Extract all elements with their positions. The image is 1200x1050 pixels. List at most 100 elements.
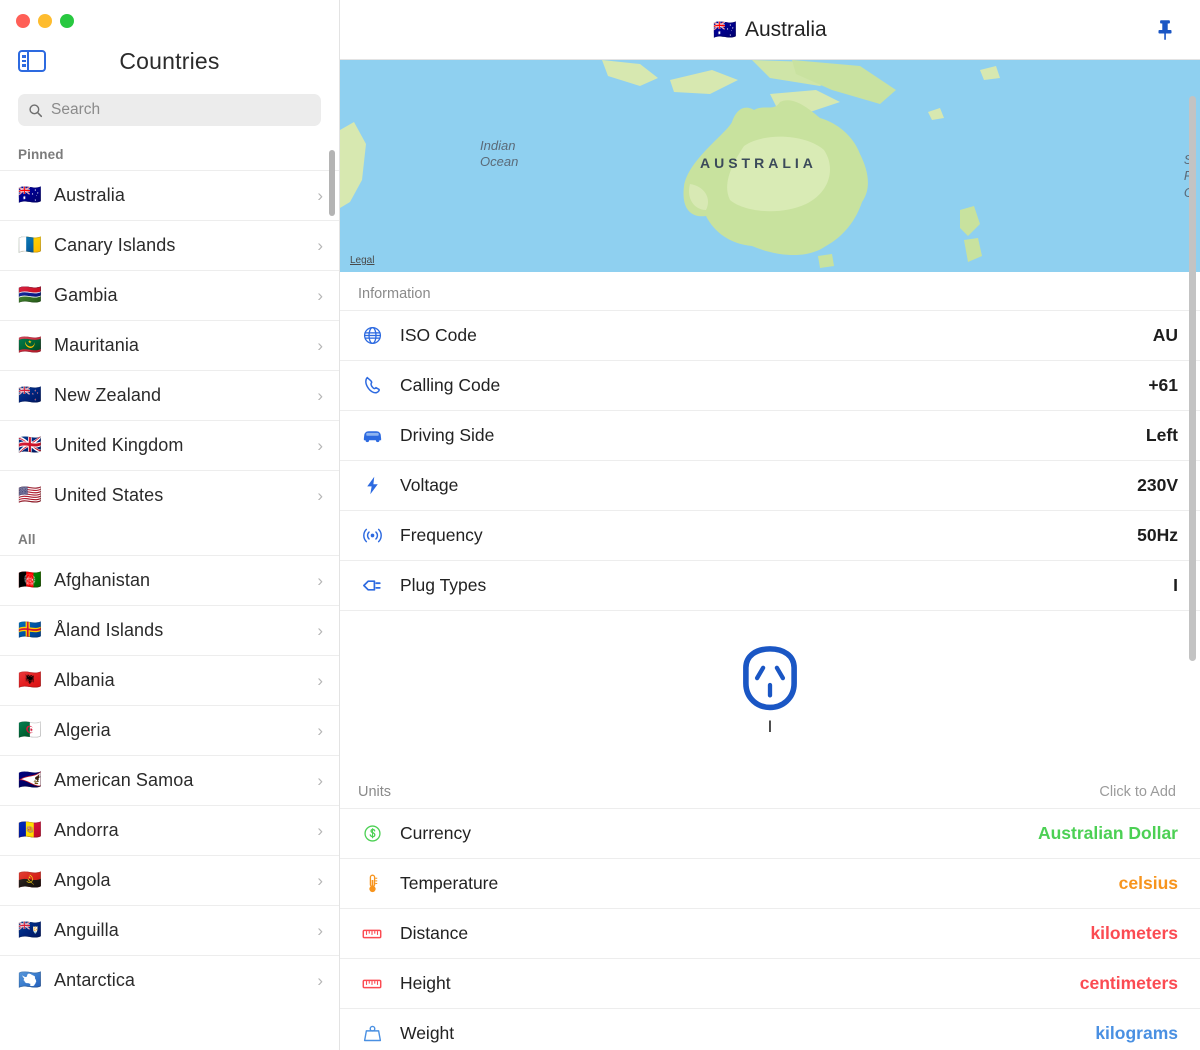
group-label-all: All bbox=[18, 532, 36, 547]
sidebar-toggle-icon[interactable] bbox=[18, 50, 46, 72]
country-name: American Samoa bbox=[54, 770, 194, 790]
zoom-button[interactable] bbox=[60, 14, 74, 28]
legal-link[interactable]: Legal bbox=[350, 255, 374, 266]
sidebar: Countries Pinned 🇦🇺 Australia › bbox=[0, 0, 340, 1050]
ruler-icon bbox=[358, 923, 386, 945]
info-label: ISO Code bbox=[400, 325, 477, 345]
info-value: +61 bbox=[1148, 375, 1178, 395]
chevron-right-icon: › bbox=[317, 485, 323, 505]
unit-value: kilometers bbox=[1090, 923, 1178, 943]
chevron-right-icon: › bbox=[317, 435, 323, 455]
car-icon bbox=[358, 424, 386, 447]
info-value: 50Hz bbox=[1137, 525, 1178, 545]
plug-icon bbox=[358, 574, 386, 597]
phone-icon bbox=[358, 375, 386, 396]
ruler-icon bbox=[358, 973, 386, 995]
list-item[interactable]: 🇦🇫 Afghanistan › bbox=[0, 555, 339, 605]
detail-pane: 🇦🇺 Australia Indian Ocean AUSTRALIA Lega… bbox=[340, 0, 1200, 1050]
info-label: Frequency bbox=[400, 525, 483, 545]
info-row-iso-code[interactable]: ISO Code AU bbox=[340, 310, 1200, 360]
info-row-frequency[interactable]: Frequency 50Hz bbox=[340, 510, 1200, 560]
search-container bbox=[0, 88, 339, 138]
info-label: Calling Code bbox=[400, 375, 501, 395]
list-item[interactable]: 🇦🇽 Åland Islands › bbox=[0, 605, 339, 655]
country-name: Åland Islands bbox=[54, 620, 164, 640]
flag-icon: 🇬🇲 bbox=[18, 284, 42, 306]
info-label: Plug Types bbox=[400, 575, 487, 595]
app-window: Countries Pinned 🇦🇺 Australia › bbox=[0, 0, 1200, 1050]
close-button[interactable] bbox=[16, 14, 30, 28]
list-item[interactable]: 🇦🇩 Andorra › bbox=[0, 805, 339, 855]
detail-scrollbar[interactable] bbox=[1189, 96, 1196, 661]
flag-icon: 🇮🇨 bbox=[18, 234, 42, 256]
unit-label: Weight bbox=[400, 1023, 455, 1043]
unit-row-distance[interactable]: Distance kilometers bbox=[340, 908, 1200, 958]
info-value: AU bbox=[1152, 325, 1178, 345]
list-item[interactable]: 🇦🇱 Albania › bbox=[0, 655, 339, 705]
info-row-voltage[interactable]: Voltage 230V bbox=[340, 460, 1200, 510]
country-name: Anguilla bbox=[54, 920, 119, 940]
page-title: 🇦🇺 Australia bbox=[713, 18, 826, 42]
flag-icon: 🇦🇮 bbox=[18, 919, 42, 941]
list-item[interactable]: 🇦🇺 Australia › bbox=[0, 170, 339, 220]
flag-icon: 🇺🇸 bbox=[18, 484, 42, 506]
list-item[interactable]: 🇬🇲 Gambia › bbox=[0, 270, 339, 320]
thermometer-icon bbox=[358, 873, 386, 894]
minimize-button[interactable] bbox=[38, 14, 52, 28]
chevron-right-icon: › bbox=[317, 620, 323, 640]
country-map[interactable]: IndianOcean SPO AUSTRALIA Legal bbox=[340, 60, 1200, 272]
search-box[interactable] bbox=[18, 94, 321, 126]
sidebar-scrollbar[interactable] bbox=[329, 150, 335, 216]
sidebar-header: Countries bbox=[0, 34, 339, 88]
list-item[interactable]: 🇦🇴 Angola › bbox=[0, 855, 339, 905]
chevron-right-icon: › bbox=[317, 920, 323, 940]
plug-type-letter: I bbox=[767, 716, 773, 736]
list-item[interactable]: 🇺🇸 United States › bbox=[0, 470, 339, 520]
sidebar-list[interactable]: Pinned 🇦🇺 Australia › 🇮🇨 Canary Islands … bbox=[0, 135, 339, 1050]
flag-icon: 🇳🇿 bbox=[18, 384, 42, 406]
info-row-plug-types[interactable]: Plug Types I bbox=[340, 560, 1200, 610]
country-name: Albania bbox=[54, 670, 115, 690]
list-item[interactable]: 🇳🇿 New Zealand › bbox=[0, 370, 339, 420]
search-input[interactable] bbox=[51, 101, 311, 119]
plug-type-i-graphic bbox=[743, 645, 797, 710]
detail-header: 🇦🇺 Australia bbox=[340, 0, 1200, 60]
list-item[interactable]: 🇲🇷 Mauritania › bbox=[0, 320, 339, 370]
list-item[interactable]: 🇦🇮 Anguilla › bbox=[0, 905, 339, 955]
plug-diagram: I bbox=[340, 610, 1200, 770]
list-item[interactable]: 🇮🇨 Canary Islands › bbox=[0, 220, 339, 270]
chevron-right-icon: › bbox=[317, 385, 323, 405]
info-row-calling-code[interactable]: Calling Code +61 bbox=[340, 360, 1200, 410]
search-icon bbox=[28, 103, 43, 118]
group-label-pinned: Pinned bbox=[18, 147, 64, 162]
unit-label: Currency bbox=[400, 823, 471, 843]
info-row-driving-side[interactable]: Driving Side Left bbox=[340, 410, 1200, 460]
country-name: United States bbox=[54, 485, 164, 505]
weight-icon bbox=[358, 1023, 386, 1044]
chevron-right-icon: › bbox=[317, 570, 323, 590]
flag-icon: 🇦🇽 bbox=[18, 619, 42, 641]
unit-value: kilograms bbox=[1095, 1023, 1178, 1043]
chevron-right-icon: › bbox=[317, 670, 323, 690]
country-name: Australia bbox=[54, 185, 125, 205]
globe-icon bbox=[358, 325, 386, 346]
unit-row-currency[interactable]: Currency Australian Dollar bbox=[340, 808, 1200, 858]
country-name: Gambia bbox=[54, 285, 118, 305]
click-to-add-label[interactable]: Click to Add bbox=[1099, 784, 1176, 800]
unit-row-temperature[interactable]: Temperature celsius bbox=[340, 858, 1200, 908]
flag-icon: 🇦🇸 bbox=[18, 769, 42, 791]
section-title: Information bbox=[358, 286, 431, 302]
list-item[interactable]: 🇦🇸 American Samoa › bbox=[0, 755, 339, 805]
list-item[interactable]: 🇩🇿 Algeria › bbox=[0, 705, 339, 755]
chevron-right-icon: › bbox=[317, 720, 323, 740]
flag-icon: 🇦🇫 bbox=[18, 569, 42, 591]
list-item[interactable]: 🇬🇧 United Kingdom › bbox=[0, 420, 339, 470]
pin-icon[interactable] bbox=[1152, 17, 1178, 43]
chevron-right-icon: › bbox=[317, 285, 323, 305]
unit-row-height[interactable]: Height centimeters bbox=[340, 958, 1200, 1008]
country-name: New Zealand bbox=[54, 385, 162, 405]
unit-row-weight[interactable]: Weight kilograms bbox=[340, 1008, 1200, 1050]
list-item[interactable]: 🇦🇶 Antarctica › bbox=[0, 955, 339, 1005]
info-value: Left bbox=[1145, 425, 1178, 445]
unit-label: Distance bbox=[400, 923, 469, 943]
